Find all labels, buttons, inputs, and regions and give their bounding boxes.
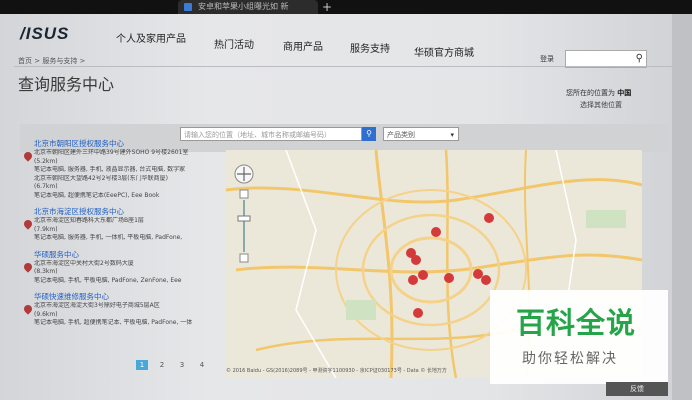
center-detail: 笔记本电脑, 手机, 超便携笔记本, 平板电脑, PadFone, 一体 xyxy=(34,319,193,326)
new-tab-button[interactable]: + xyxy=(322,0,332,14)
map-pin-icon xyxy=(22,218,34,230)
center-detail: 北京市海淀区知春路科大东都广场B座1层 xyxy=(34,217,144,224)
page-button[interactable]: 3 xyxy=(176,360,188,370)
product-category-select[interactable]: 产品类别 ▾ xyxy=(383,127,459,141)
center-detail: 笔记本电脑, 手机, 平板电脑, PadFone, ZenFone, Eee xyxy=(34,276,182,284)
list-item[interactable]: 北京市海淀区授权服务中心 北京市海淀区知春路科大东都广场B座1层 (7.9km)… xyxy=(20,206,226,243)
change-location-link[interactable]: 选择其他位置 xyxy=(580,100,622,110)
center-detail: (7.9km) xyxy=(34,225,58,233)
map-zoom-control[interactable] xyxy=(232,164,256,264)
center-name[interactable]: 华硕服务中心 xyxy=(34,249,226,260)
page-button[interactable]: 1 xyxy=(136,360,148,370)
browser-tab[interactable]: 安卓和苹果小组曝光如 新 xyxy=(178,0,318,14)
center-detail: 北京市海淀区中关村大街2号数码大厦 xyxy=(34,259,134,267)
search-icon[interactable]: ⚲ xyxy=(636,53,643,64)
browser-tab-bar: 安卓和苹果小组曝光如 新 + xyxy=(0,0,692,14)
watermark-title: 百科全说 xyxy=(516,306,637,340)
asus-logo[interactable]: /ISUS xyxy=(20,24,69,44)
page-scrollbar[interactable] xyxy=(672,14,692,400)
center-detail: 北京市朝阳区建外三环中路39号建外SOHO 9号楼2601室 xyxy=(34,149,189,156)
map-pin-icon xyxy=(22,303,34,315)
page: /ISUS 个人及家用产品 热门活动 商用产品 服务支持 华硕官方商城 登录 ⚲… xyxy=(0,14,692,400)
tab-favicon-icon xyxy=(184,3,192,11)
center-detail: (5.2km) xyxy=(34,157,58,165)
search-icon: ⚲ xyxy=(366,129,372,138)
center-detail: 笔记本电脑, 服务器, 手机, 一体机, 平板电脑, PadFone, xyxy=(34,234,183,241)
nav-support[interactable]: 服务支持 xyxy=(350,40,390,55)
pagination: 1 2 3 4 xyxy=(136,360,228,370)
center-detail: (9.6km) xyxy=(34,310,58,318)
nav-personal-products[interactable]: 个人及家用产品 xyxy=(116,30,186,45)
list-item[interactable]: 华硕服务中心 北京市海淀区中关村大街2号数码大厦 (8.3km) 笔记本电脑, … xyxy=(20,249,226,286)
center-detail: 笔记本电脑, 服务器, 手机, 液晶显示器, 台式电脑, 数字家 xyxy=(34,166,186,173)
map-pin-icon xyxy=(22,150,34,162)
login-link[interactable]: 登录 xyxy=(540,54,554,64)
list-item[interactable]: 北京市朝阳区授权服务中心 北京市朝阳区建外三环中路39号建外SOHO 9号楼26… xyxy=(20,138,226,200)
page-button[interactable]: 2 xyxy=(156,360,168,370)
chevron-down-icon: ▾ xyxy=(450,131,454,139)
location-value: 中国 xyxy=(617,89,632,97)
product-category-value: 产品类别 xyxy=(387,131,415,139)
page-title: 查询服务中心 xyxy=(18,75,115,94)
list-item[interactable]: 华硕快速维修服务中心 北京市海淀区海淀大街3号鼎好电子商城5层A区 (9.6km… xyxy=(20,291,226,328)
center-name[interactable]: 北京市海淀区授权服务中心 xyxy=(34,206,226,217)
nav-business-products[interactable]: 商用产品 xyxy=(283,38,323,53)
location-indicator: 您所在的位置为 中国 xyxy=(566,88,631,98)
center-detail: 笔记本电脑, 超便携笔记本(EeePC), Eee Book xyxy=(34,191,160,199)
center-name[interactable]: 北京市朝阳区授权服务中心 xyxy=(34,138,226,149)
breadcrumb[interactable]: 首页 > 服务与支持 > xyxy=(18,56,85,66)
center-detail: 北京市海淀区海淀大街3号鼎好电子商城5层A区 xyxy=(34,302,160,309)
nav-hot-events[interactable]: 热门活动 xyxy=(214,36,254,51)
location-search-button[interactable]: ⚲ xyxy=(362,127,376,141)
map-pin-icon xyxy=(22,260,34,273)
feedback-button[interactable]: 反馈 xyxy=(606,382,668,396)
center-detail: (8.3km) xyxy=(34,268,58,275)
nav-official-store[interactable]: 华硕官方商城 xyxy=(414,44,474,59)
header-divider xyxy=(14,66,674,67)
watermark-logo: 百科全说 助你轻松解决 xyxy=(490,290,668,384)
location-label: 您所在的位置为 xyxy=(566,89,615,97)
center-detail: 北京市朝阳区大望路42号2号楼3层(东门华联商厦) xyxy=(34,174,168,182)
tab-title: 安卓和苹果小组曝光如 新 xyxy=(198,2,289,11)
watermark-subtitle: 助你轻松解决 xyxy=(522,351,618,367)
center-detail: (6.7km) xyxy=(34,183,58,190)
service-center-list: 北京市朝阳区授权服务中心 北京市朝阳区建外三环中路39号建外SOHO 9号楼26… xyxy=(20,138,226,360)
center-name[interactable]: 华硕快速维修服务中心 xyxy=(34,291,226,302)
page-button[interactable]: 4 xyxy=(196,360,208,370)
